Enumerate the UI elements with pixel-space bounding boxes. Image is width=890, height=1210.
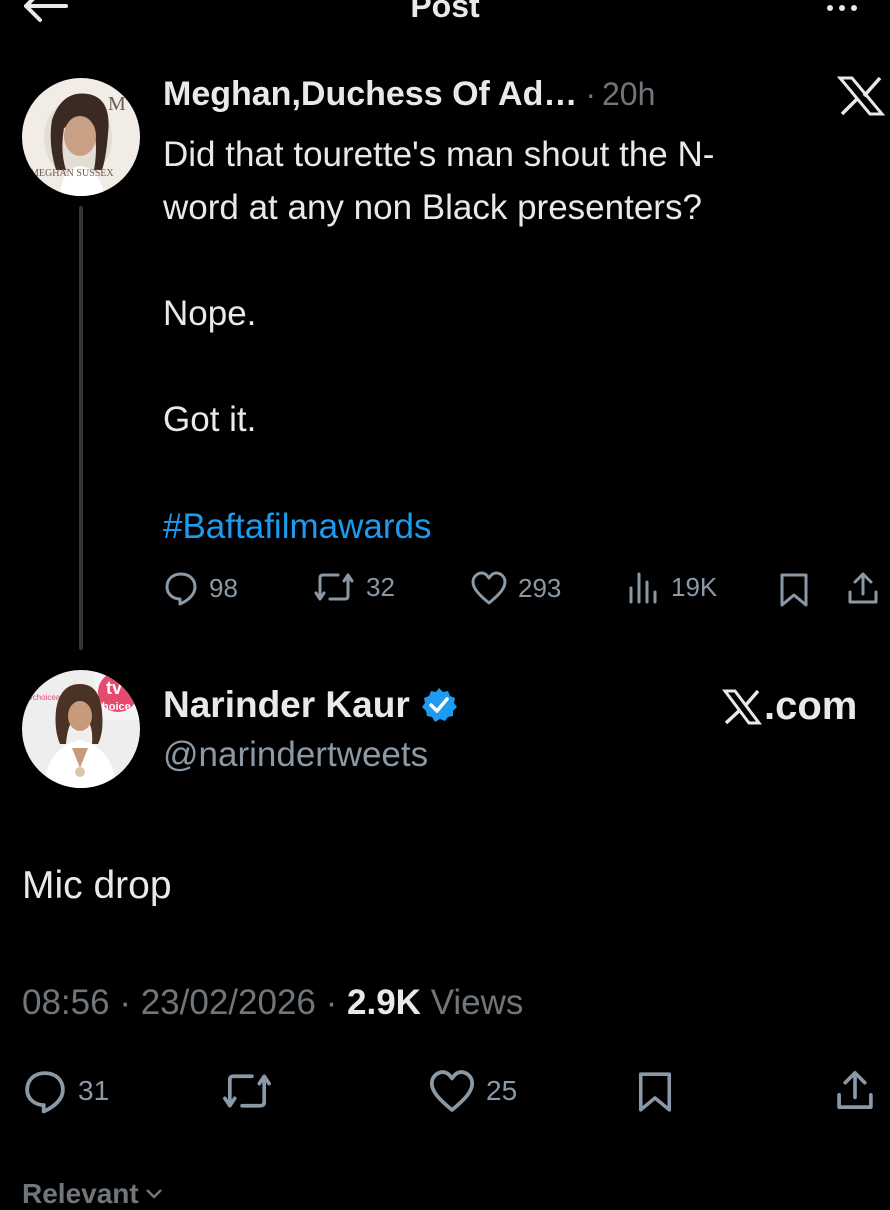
- separator: ·: [585, 75, 596, 112]
- post-metadata: 08:56 · 23/02/2026 · 2.9K Views: [22, 983, 523, 1023]
- bookmark-button[interactable]: [778, 572, 810, 608]
- author-name[interactable]: Meghan,Duchess Of Ad…: [163, 75, 577, 114]
- share-button[interactable]: [846, 570, 880, 606]
- x-logo-icon: [722, 689, 762, 724]
- post2-header: Narinder Kaur: [163, 684, 458, 726]
- avatar[interactable]: M MEGHAN SUSSEX: [22, 78, 140, 196]
- bookmark-button[interactable]: [636, 1070, 674, 1114]
- view-count: 19K: [671, 571, 718, 602]
- separator: ·: [119, 983, 131, 1022]
- sort-dropdown[interactable]: Relevant: [22, 1178, 163, 1210]
- bookmark-icon: [638, 1072, 672, 1112]
- views-button[interactable]: 19K: [627, 570, 717, 604]
- avatar[interactable]: tv hoice #tvchoiceawa: [22, 670, 140, 788]
- views-count: 2.9K: [347, 983, 421, 1022]
- more-horizontal-icon: [827, 5, 833, 11]
- views-label: Views: [430, 983, 524, 1022]
- page-title: Post: [410, 0, 480, 24]
- more-options-button[interactable]: [820, 0, 864, 18]
- like-button[interactable]: 25: [428, 1068, 517, 1114]
- post-text: Mic drop: [22, 864, 172, 907]
- separator: ·: [325, 983, 338, 1022]
- like-count: 25: [486, 1075, 518, 1106]
- bookmark-icon: [780, 573, 808, 607]
- analytics-icon: [629, 572, 657, 604]
- avatar-image: tv hoice #tvchoiceawa: [22, 670, 140, 788]
- x-logo-icon: [836, 76, 886, 116]
- reply-icon: [25, 1071, 65, 1114]
- post-time[interactable]: 08:56: [22, 983, 110, 1022]
- author-handle[interactable]: @narindertweets: [163, 735, 428, 775]
- avatar-monogram: M: [108, 93, 126, 115]
- verified-badge-icon: [421, 688, 457, 722]
- avatar-badge-top: tv: [106, 678, 122, 698]
- source-text: .com: [764, 684, 858, 728]
- source-label: .com: [722, 684, 857, 729]
- repost-button[interactable]: [220, 1070, 274, 1112]
- avatar-badge-bottom: hoice: [102, 701, 131, 713]
- share-icon: [837, 1071, 873, 1109]
- like-count: 293: [518, 572, 562, 603]
- heart-icon: [471, 571, 507, 605]
- reply-count: 98: [209, 572, 238, 603]
- post-text: Did that tourette's man shout the N- wor…: [163, 135, 715, 439]
- more-dot: [839, 5, 845, 11]
- repost-icon: [314, 573, 354, 601]
- author-name[interactable]: Narinder Kaur: [163, 684, 410, 726]
- reply-button[interactable]: 98: [163, 570, 238, 606]
- repost-icon: [223, 1074, 271, 1108]
- share-button[interactable]: [834, 1068, 876, 1112]
- share-icon: [848, 572, 878, 604]
- avatar-image: M MEGHAN SUSSEX: [22, 78, 140, 196]
- heart-icon: [429, 1070, 475, 1112]
- post1-header: Meghan,Duchess Of Ad… · 20h: [163, 72, 655, 116]
- repost-count: 32: [366, 571, 395, 602]
- reply-button[interactable]: 31: [22, 1068, 109, 1114]
- post-date[interactable]: 23/02/2026: [141, 983, 316, 1022]
- avatar-caption: MEGHAN SUSSEX: [30, 168, 114, 179]
- more-dot: [851, 5, 857, 11]
- thread-connector: [79, 206, 83, 650]
- hashtag-link[interactable]: #Baftafilmawards: [163, 500, 431, 553]
- chevron-down-icon: [145, 1189, 162, 1199]
- like-button[interactable]: 293: [470, 570, 561, 606]
- reply-count: 31: [78, 1075, 110, 1106]
- repost-button[interactable]: 32: [312, 570, 395, 604]
- post-time[interactable]: 20h: [602, 76, 655, 113]
- sort-label: Relevant: [22, 1178, 139, 1209]
- reply-icon: [165, 572, 197, 606]
